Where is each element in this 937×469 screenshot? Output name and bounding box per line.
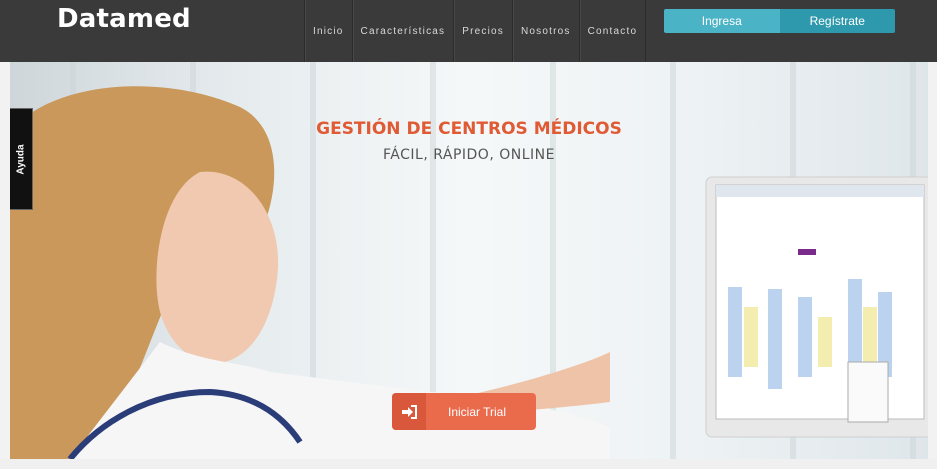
- help-tab-label: Ayuda: [15, 143, 27, 175]
- help-tab[interactable]: Ayuda: [10, 108, 33, 210]
- register-button[interactable]: Regístrate: [779, 9, 895, 33]
- hero-subtitle: FÁCIL, RÁPIDO, ONLINE: [383, 147, 555, 163]
- nav-item-nosotros[interactable]: Nosotros: [511, 0, 579, 62]
- header-bar: Datamed Inicio Características Precios N…: [0, 0, 937, 62]
- brand-logo[interactable]: Datamed: [57, 4, 191, 34]
- hero-title: GESTIÓN DE CENTROS MÉDICOS: [316, 119, 622, 139]
- main-nav: Inicio Características Precios Nosotros …: [304, 0, 647, 62]
- page-bottom-strip: [0, 459, 937, 469]
- nav-item-caracteristicas[interactable]: Características: [351, 0, 454, 62]
- sign-in-icon: [392, 393, 426, 430]
- laptop-screen-image: [705, 176, 928, 438]
- start-trial-label: Iniciar Trial: [447, 404, 506, 419]
- nav-item-inicio[interactable]: Inicio: [304, 0, 352, 62]
- start-trial-button[interactable]: Iniciar Trial: [392, 393, 536, 430]
- nav-item-precios[interactable]: Precios: [453, 0, 512, 62]
- auth-buttons: Ingresa Regístrate: [664, 9, 895, 33]
- login-button[interactable]: Ingresa: [664, 9, 780, 33]
- nav-item-contacto[interactable]: Contacto: [578, 0, 647, 62]
